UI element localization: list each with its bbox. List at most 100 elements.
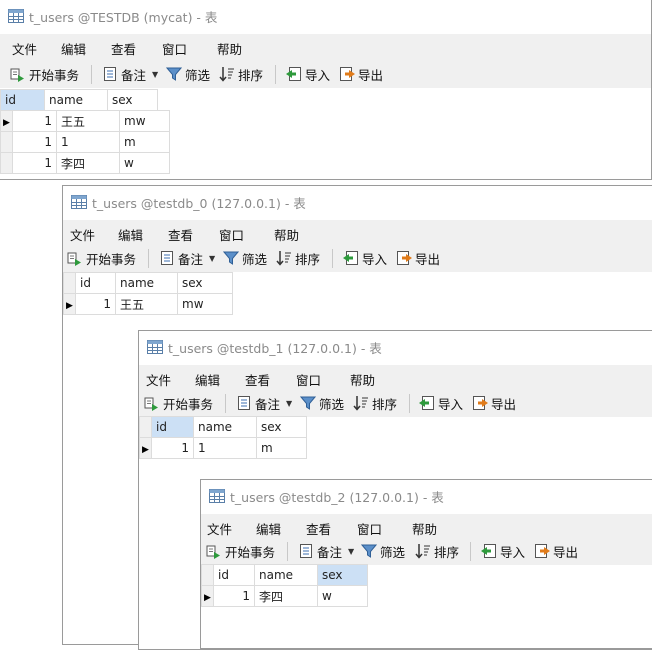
cell-id[interactable]: 1 <box>12 152 57 174</box>
menu-window[interactable]: 窗口 <box>296 370 321 389</box>
column-header-id[interactable]: id <box>0 89 45 111</box>
export-button[interactable]: 导出 <box>339 60 383 88</box>
menu-edit[interactable]: 编辑 <box>195 370 220 389</box>
begin-transaction-button[interactable]: 开始事务 <box>144 389 213 417</box>
column-header-name[interactable]: name <box>193 416 257 438</box>
column-header-id[interactable]: id <box>151 416 194 438</box>
chevron-down-icon[interactable]: ▼ <box>152 70 158 79</box>
cell-name[interactable]: 王五 <box>115 293 178 315</box>
export-button[interactable]: 导出 <box>472 389 516 417</box>
menu-window[interactable]: 窗口 <box>219 225 244 244</box>
window-titlebar[interactable]: t_users @testdb_2 (127.0.0.1) - 表 <box>201 480 652 512</box>
menu-help[interactable]: 帮助 <box>274 225 299 244</box>
import-label: 导入 <box>500 544 526 560</box>
chevron-down-icon[interactable]: ▼ <box>348 547 354 556</box>
menu-window[interactable]: 窗口 <box>162 39 187 58</box>
note-label: 备注 <box>178 251 204 267</box>
menu-help[interactable]: 帮助 <box>412 519 437 538</box>
column-header-name[interactable]: name <box>44 89 108 111</box>
menu-view[interactable]: 查看 <box>245 370 270 389</box>
table-window-mycat: t_users @TESTDB (mycat) - 表 文件 编辑 查看 窗口 … <box>0 0 652 180</box>
note-button[interactable]: 备注 ▼ <box>298 537 354 565</box>
cell-id[interactable]: 1 <box>151 437 194 459</box>
begin-transaction-button[interactable]: 开始事务 <box>67 244 136 272</box>
note-button[interactable]: 备注 ▼ <box>159 244 215 272</box>
menu-view[interactable]: 查看 <box>168 225 193 244</box>
cell-name[interactable]: 1 <box>56 131 120 153</box>
column-header-sex[interactable]: sex <box>256 416 307 438</box>
begin-transaction-button[interactable]: 开始事务 <box>10 60 79 88</box>
table-row[interactable]: 1 李四 w <box>0 152 170 174</box>
window-titlebar[interactable]: t_users @testdb_1 (127.0.0.1) - 表 <box>139 331 652 363</box>
cell-name[interactable]: 李四 <box>56 152 120 174</box>
note-button[interactable]: 备注 ▼ <box>102 60 158 88</box>
cell-sex[interactable]: m <box>119 131 170 153</box>
menu-help[interactable]: 帮助 <box>350 370 375 389</box>
menu-edit[interactable]: 编辑 <box>256 519 281 538</box>
import-button[interactable]: 导入 <box>481 537 525 565</box>
filter-button[interactable]: 筛选 <box>166 60 210 88</box>
cell-name[interactable]: 1 <box>193 437 257 459</box>
cell-name[interactable]: 王五 <box>56 110 120 132</box>
column-header-name[interactable]: name <box>254 564 318 586</box>
column-header-id[interactable]: id <box>213 564 255 586</box>
export-icon <box>340 67 355 81</box>
menu-file[interactable]: 文件 <box>70 225 95 244</box>
cell-id[interactable]: 1 <box>12 110 57 132</box>
table-row[interactable]: ▶ 1 1 m <box>139 437 307 459</box>
export-button[interactable]: 导出 <box>534 537 578 565</box>
cell-sex[interactable]: m <box>256 437 307 459</box>
column-header-sex[interactable]: sex <box>317 564 368 586</box>
column-header-name[interactable]: name <box>115 272 178 294</box>
table-row[interactable]: 1 1 m <box>0 131 170 153</box>
column-header-sex[interactable]: sex <box>107 89 158 111</box>
menu-edit[interactable]: 编辑 <box>118 225 143 244</box>
import-button[interactable]: 导入 <box>419 389 463 417</box>
table-row[interactable]: ▶ 1 王五 mw <box>0 110 170 132</box>
sort-button[interactable]: 排序 <box>219 60 263 88</box>
cell-sex[interactable]: w <box>317 585 368 607</box>
menu-view[interactable]: 查看 <box>111 39 136 58</box>
sort-button[interactable]: 排序 <box>276 244 320 272</box>
arrow-right-icon: ▶ <box>142 445 149 455</box>
begin-transaction-button[interactable]: 开始事务 <box>206 537 275 565</box>
import-button[interactable]: 导入 <box>343 244 387 272</box>
cell-id[interactable]: 1 <box>12 131 57 153</box>
filter-icon <box>300 396 316 410</box>
import-button[interactable]: 导入 <box>286 60 330 88</box>
table-icon <box>209 489 225 503</box>
sort-button[interactable]: 排序 <box>353 389 397 417</box>
cell-name[interactable]: 李四 <box>254 585 318 607</box>
cell-sex[interactable]: w <box>119 152 170 174</box>
menu-file[interactable]: 文件 <box>207 519 232 538</box>
menu-edit[interactable]: 编辑 <box>61 39 86 58</box>
chevron-down-icon[interactable]: ▼ <box>209 254 215 263</box>
menu-file[interactable]: 文件 <box>146 370 171 389</box>
menu-file[interactable]: 文件 <box>12 39 37 58</box>
window-titlebar[interactable]: t_users @TESTDB (mycat) - 表 <box>0 0 651 32</box>
current-row-indicator: ▶ <box>201 585 214 607</box>
chevron-down-icon[interactable]: ▼ <box>286 399 292 408</box>
table-row[interactable]: ▶ 1 王五 mw <box>63 293 233 315</box>
cell-sex[interactable]: mw <box>119 110 170 132</box>
table-row[interactable]: ▶ 1 李四 w <box>201 585 368 607</box>
begin-transaction-label: 开始事务 <box>225 544 276 560</box>
filter-button[interactable]: 筛选 <box>361 537 405 565</box>
data-grid: id name sex ▶ 1 李四 w <box>201 564 368 607</box>
cell-id[interactable]: 1 <box>213 585 255 607</box>
export-label: 导出 <box>553 544 579 560</box>
sort-button[interactable]: 排序 <box>415 537 459 565</box>
toolbar: 开始事务 备注 ▼ 筛选 排序 导入 导出 <box>201 537 652 565</box>
cell-id[interactable]: 1 <box>75 293 116 315</box>
column-header-id[interactable]: id <box>75 272 116 294</box>
menu-help[interactable]: 帮助 <box>217 39 242 58</box>
filter-button[interactable]: 筛选 <box>300 389 344 417</box>
column-header-sex[interactable]: sex <box>177 272 233 294</box>
menu-view[interactable]: 查看 <box>306 519 331 538</box>
note-button[interactable]: 备注 ▼ <box>236 389 292 417</box>
cell-sex[interactable]: mw <box>177 293 233 315</box>
export-button[interactable]: 导出 <box>396 244 440 272</box>
window-titlebar[interactable]: t_users @testdb_0 (127.0.0.1) - 表 <box>63 186 652 218</box>
menu-window[interactable]: 窗口 <box>357 519 382 538</box>
filter-button[interactable]: 筛选 <box>223 244 267 272</box>
